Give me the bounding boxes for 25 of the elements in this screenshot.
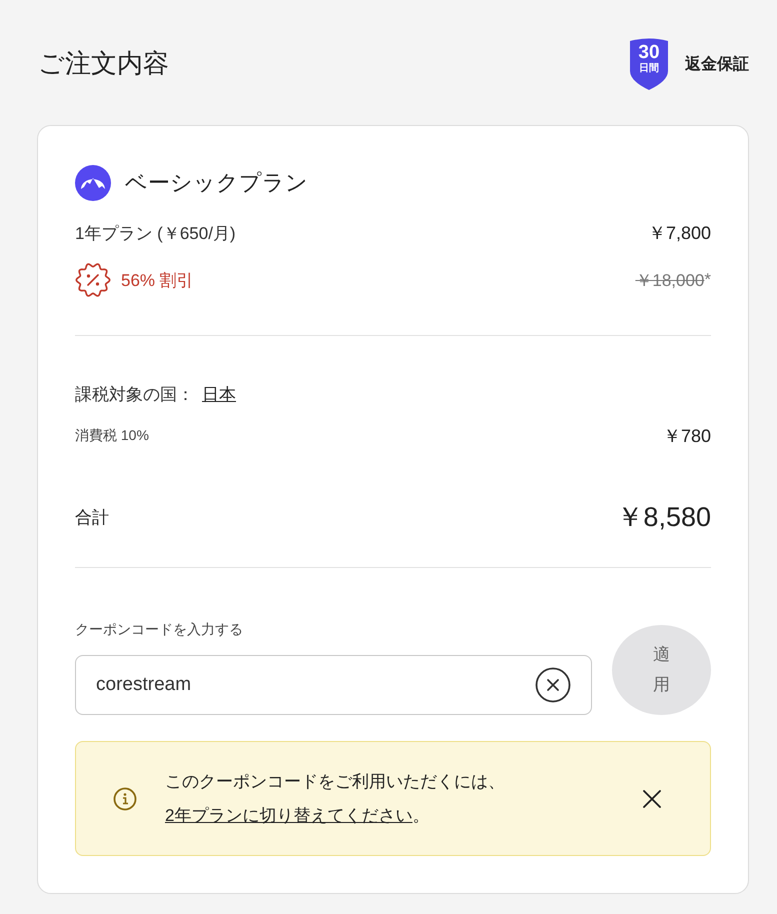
tax-amount: ￥780 <box>662 425 711 448</box>
original-price: ￥18,000 <box>635 270 704 292</box>
tax-country-label: 課税対象の国： <box>75 384 194 406</box>
coupon-label: クーポンコードを入力する <box>75 620 244 639</box>
switch-plan-link[interactable]: 2年プランに切り替えてください <box>165 806 412 824</box>
plan-name: ベーシックプラン <box>125 169 308 197</box>
clear-icon[interactable] <box>535 667 571 703</box>
notice-message: このクーポンコードをご利用いただくには、 2年プランに切り替えてください。 <box>165 770 506 826</box>
badge-unit: 日間 <box>639 63 659 75</box>
mountain-logo-icon <box>75 165 111 201</box>
discount-badge-icon <box>75 262 111 298</box>
discount-text: 56% 割引 <box>121 270 194 292</box>
plan-term: 1年プラン (￥650/月) <box>75 222 236 244</box>
total-label: 合計 <box>75 506 109 528</box>
country-link[interactable]: 日本 <box>202 382 236 406</box>
coupon-input-field[interactable]: corestream <box>75 655 592 715</box>
plan-price: ￥7,800 <box>648 222 711 245</box>
page-title: ご注文内容 <box>38 47 169 80</box>
badge-number: 30 <box>638 43 660 63</box>
total-amount: ￥8,580 <box>616 501 711 534</box>
tax-label: 消費税 10% <box>75 427 149 445</box>
close-icon[interactable] <box>642 788 662 808</box>
info-icon <box>113 786 137 810</box>
footnote-mark: * <box>704 270 711 290</box>
guarantee-label: 返金保証 <box>685 54 749 74</box>
